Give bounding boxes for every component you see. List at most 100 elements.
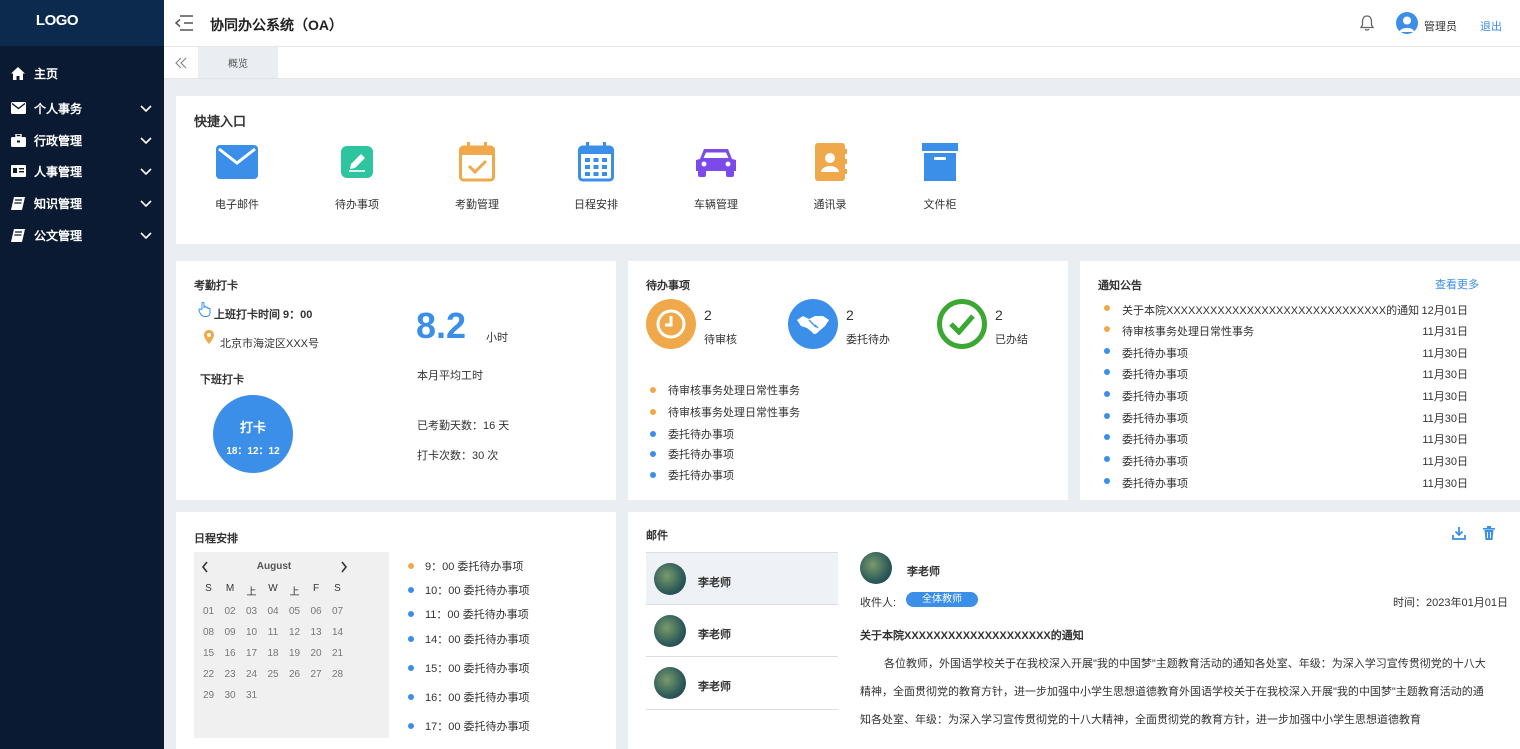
sidebar-item-home[interactable]: 主页: [0, 61, 164, 85]
sidebar-item-documents[interactable]: 公文管理: [0, 223, 164, 247]
calendar-day[interactable]: 05: [284, 606, 305, 617]
calendar-day[interactable]: 16: [220, 648, 241, 659]
schedule-item[interactable]: 9：00 委托待办事项: [408, 558, 523, 574]
notice-item[interactable]: 委托待办事项 11月30日: [1102, 344, 1468, 360]
calendar-day[interactable]: 19: [284, 648, 305, 659]
todo-stat-delegated[interactable]: 2 委托待办: [788, 299, 938, 351]
calendar-day[interactable]: 28: [327, 669, 348, 680]
calendar-day[interactable]: 10: [241, 627, 262, 638]
quick-entry-vehicle[interactable]: 车辆管理: [676, 142, 756, 212]
chevron-right-icon[interactable]: [339, 560, 349, 577]
view-more-link[interactable]: 查看更多: [1435, 276, 1479, 292]
notice-item[interactable]: 委托待办事项 11月30日: [1102, 387, 1468, 403]
chevron-down-icon: [138, 195, 154, 211]
quick-entry-label: 待办事项: [335, 199, 379, 211]
calendar-day[interactable]: 20: [306, 648, 327, 659]
menu-collapse-icon[interactable]: [174, 14, 194, 32]
calendar-day[interactable]: 01: [198, 606, 219, 617]
mail-title: 邮件: [646, 530, 668, 542]
calendar-day[interactable]: 13: [306, 627, 327, 638]
notice-item[interactable]: 委托待办事项 11月30日: [1102, 430, 1468, 446]
quick-entry-label: 考勤管理: [455, 199, 499, 211]
avatar: [654, 563, 686, 595]
schedule-item[interactable]: 16：00 委托待办事项: [408, 689, 530, 705]
avatar[interactable]: [1396, 12, 1418, 34]
calendar-day[interactable]: 07: [327, 606, 348, 617]
calendar-day[interactable]: 30: [220, 690, 241, 701]
pencil-icon: [335, 142, 379, 182]
calendar-day[interactable]: 06: [306, 606, 327, 617]
bell-icon[interactable]: [1358, 14, 1376, 32]
sidebar-item-personal[interactable]: 个人事务: [0, 96, 164, 120]
calendar-day[interactable]: 24: [241, 669, 262, 680]
calendar-day[interactable]: 27: [306, 669, 327, 680]
todo-stat-done[interactable]: 2 已办结: [937, 299, 1087, 351]
quick-entry-attendance[interactable]: 考勤管理: [437, 142, 517, 212]
calendar-day[interactable]: 17: [241, 648, 262, 659]
calendar-day[interactable]: 14: [327, 627, 348, 638]
mail-list-item[interactable]: 李老师: [646, 605, 838, 657]
sidebar-item-knowledge[interactable]: 知识管理: [0, 191, 164, 215]
tab-overview[interactable]: 概览: [198, 47, 278, 78]
schedule-item[interactable]: 14：00 委托待办事项: [408, 631, 530, 647]
todo-stat-label: 待审核: [704, 334, 737, 346]
quick-entry-todo[interactable]: 待办事项: [317, 142, 397, 212]
calendar-day[interactable]: 03: [241, 606, 262, 617]
schedule-item[interactable]: 17：00 委托待办事项: [408, 718, 530, 734]
todo-list-item[interactable]: 待审核事务处理日常性事务: [650, 382, 800, 398]
notice-item[interactable]: 委托待办事项 11月30日: [1102, 409, 1468, 425]
calendar-day[interactable]: 31: [241, 690, 262, 701]
todo-list-item[interactable]: 委托待办事项: [650, 467, 734, 483]
calendar-header: August: [194, 560, 389, 576]
calendar-day[interactable]: 26: [284, 669, 305, 680]
calendar-day[interactable]: 22: [198, 669, 219, 680]
calendar-day[interactable]: 08: [198, 627, 219, 638]
avg-hours-value: 8.2: [416, 305, 467, 346]
notice-item[interactable]: 委托待办事项 11月30日: [1102, 452, 1468, 468]
checkin-location: 北京市海淀区XXX号: [220, 338, 320, 350]
schedule-item[interactable]: 11：00 委托待办事项: [408, 606, 529, 622]
notice-item[interactable]: 委托待办事项 11月30日: [1102, 365, 1468, 381]
calendar-day[interactable]: 23: [220, 669, 241, 680]
attendance-panel: 考勤打卡 上班打卡时间 9：00 北京市海淀区XXX号 下班打卡 打卡 18：1…: [176, 261, 616, 500]
notice-item[interactable]: 委托待办事项 11月30日: [1102, 474, 1468, 490]
user-name[interactable]: 管理员: [1424, 18, 1457, 34]
quick-entry-schedule[interactable]: 日程安排: [556, 142, 636, 212]
calendar-day[interactable]: 21: [327, 648, 348, 659]
quick-entry-contacts[interactable]: 通讯录: [790, 142, 870, 212]
quick-entry-email[interactable]: 电子邮件: [197, 142, 277, 212]
calendar-day[interactable]: 11: [263, 627, 284, 638]
todo-stat-pending[interactable]: 2 待审核: [646, 299, 796, 351]
calendar-day[interactable]: 29: [198, 690, 219, 701]
mini-calendar: August S M 上 W 上 F S 01 02 03 04 05 06 07 08 09 10 11 12 13…: [194, 552, 389, 738]
todo-list-item[interactable]: 待审核事务处理日常性事务: [650, 404, 800, 420]
mail-sender-name: 李老师: [698, 629, 731, 641]
todo-list-item[interactable]: 委托待办事项: [650, 426, 734, 442]
double-chevron-left-icon[interactable]: [174, 56, 188, 70]
notice-text: 委托待办事项: [1122, 348, 1188, 360]
download-icon[interactable]: [1452, 526, 1466, 543]
mail-list-item[interactable]: 李老师: [646, 553, 838, 605]
location-pin-icon: [204, 330, 214, 347]
sidebar-item-admin[interactable]: 行政管理: [0, 128, 164, 152]
notice-item[interactable]: 关于本院XXXXXXXXXXXXXXXXXXXXXXXXXXXXXX的通知 12月…: [1102, 301, 1468, 317]
calendar-day[interactable]: 25: [263, 669, 284, 680]
schedule-item[interactable]: 15：00 委托待办事项: [408, 660, 530, 676]
calendar-day[interactable]: 18: [263, 648, 284, 659]
calendar-day[interactable]: 09: [220, 627, 241, 638]
calendar-day[interactable]: 02: [220, 606, 241, 617]
mail-list-item[interactable]: 李老师: [646, 657, 838, 709]
schedule-item[interactable]: 10：00 委托待办事项: [408, 582, 530, 598]
status-dot: [408, 563, 414, 569]
sidebar-item-hr[interactable]: 人事管理: [0, 159, 164, 183]
todo-list-item[interactable]: 委托待办事项: [650, 446, 734, 462]
calendar-day[interactable]: 04: [263, 606, 284, 617]
calendar-day[interactable]: 12: [284, 627, 305, 638]
clock-in-button[interactable]: 打卡 18：12：12: [213, 395, 293, 473]
notice-item[interactable]: 待审核事务处理日常性事务 11月31日: [1102, 322, 1468, 338]
calendar-day[interactable]: 15: [198, 648, 219, 659]
quick-entry-file-cabinet[interactable]: 文件柜: [900, 142, 980, 212]
logout-link[interactable]: 退出: [1480, 18, 1502, 34]
notice-date: 11月30日: [1422, 478, 1468, 490]
trash-icon[interactable]: [1483, 526, 1495, 543]
